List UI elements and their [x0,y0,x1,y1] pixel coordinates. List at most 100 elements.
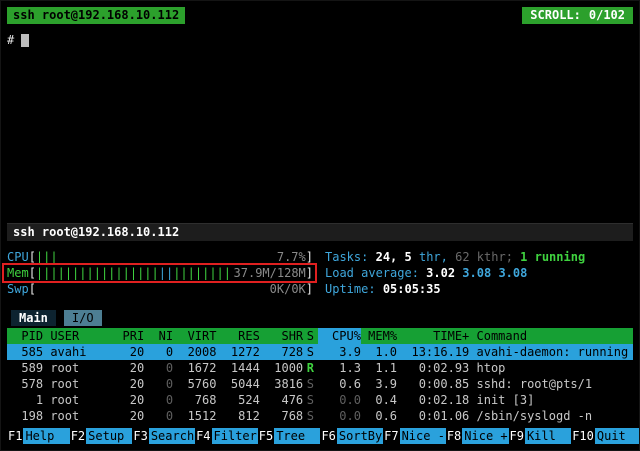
fkey-key: F4 [195,428,211,444]
fkey-key: F7 [383,428,399,444]
fkey-label: Filter [212,428,258,444]
fkey-label: Setup [86,428,132,444]
cell-res: 5044 [216,376,259,392]
swp-meter-value: 0K/0K [270,281,306,297]
header-ni[interactable]: NI [144,328,173,344]
cpu-meter-label: CPU [7,249,29,265]
fkey-sortby[interactable]: F6SortBy [320,428,383,444]
cell-mem: 0.6 [361,408,397,424]
scroll-value: 0/102 [589,8,625,22]
cell-pri: 20 [115,376,144,392]
fkey-help[interactable]: F1Help [7,428,70,444]
fkey-kill[interactable]: F9Kill [509,428,572,444]
load-label: Load average: [325,266,419,280]
process-row[interactable]: 578 root 20 0 5760 5044 3816 S 0.6 3.9 0… [7,376,633,392]
cell-shr: 3816 [260,376,303,392]
process-row-selected[interactable]: 585 avahi 20 0 2008 1272 728 S 3.9 1.0 1… [7,344,633,360]
cell-pri: 20 [115,392,144,408]
tasks-label: Tasks: [325,250,368,264]
fkey-key: F5 [258,428,274,444]
swp-bracket-open: [ [29,281,36,297]
cell-shr: 1000 [260,360,303,376]
fkey-label: Tree [274,428,320,444]
fkey-search[interactable]: F3Search [132,428,195,444]
uptime-label: Uptime: [325,282,376,296]
cell-user: root [43,360,115,376]
running-count: 1 running [520,250,585,264]
fkey-setup[interactable]: F2Setup [70,428,133,444]
cell-pid: 198 [7,408,43,424]
cell-time: 13:16.19 [397,344,469,360]
cell-virt: 2008 [173,344,216,360]
cell-ni: 0 [144,408,173,424]
header-virt[interactable]: VIRT [173,328,216,344]
swp-meter: Swp[0K/0K] [7,281,313,297]
threads-word: thr, [419,250,448,264]
shell-prompt-line[interactable]: # [7,32,633,48]
uptime-value: 05:05:35 [383,282,441,296]
fkey-key: F1 [7,428,23,444]
cell-pid: 585 [7,344,43,360]
cell-state: S [303,408,317,424]
cell-ni: 0 [144,344,173,360]
cpu-meter: CPU[|||7.7%] [7,249,313,265]
fkey-key: F9 [509,428,525,444]
mem-bars-used: ||||||||||||||||| [36,265,159,281]
cell-pri: 20 [115,408,144,424]
cursor-block [21,34,29,47]
cell-cpu: 0.0 [318,408,361,424]
cell-pid: 589 [7,360,43,376]
fkey-quit[interactable]: F10Quit [571,428,640,444]
fkey-tree[interactable]: F5Tree [258,428,321,444]
tasks-count: 24, [376,250,398,264]
header-res[interactable]: RES [216,328,259,344]
mem-meter-label: Mem [7,265,29,281]
fkey-bar: F1Help F2Setup F3Search F4Filter F5Tree … [7,428,633,444]
process-row[interactable]: 198 root 20 0 1512 812 768 S 0.0 0.6 0:0… [7,408,633,424]
header-pid[interactable]: PID [7,328,43,344]
tab-io[interactable]: I/O [64,310,102,326]
fkey-key: F10 [571,428,595,444]
header-mem[interactable]: MEM% [361,328,397,344]
fkey-key: F3 [132,428,148,444]
cell-time: 0:00.85 [397,376,469,392]
header-user[interactable]: USER [43,328,115,344]
header-state[interactable]: S [303,328,317,344]
cell-pri: 20 [115,360,144,376]
header-time[interactable]: TIME+ [397,328,469,344]
cpu-bracket-open: [ [29,249,36,265]
cell-command: init [3] [469,392,633,408]
cell-shr: 768 [260,408,303,424]
cell-time: 0:02.18 [397,392,469,408]
cell-command: sshd: root@pts/1 [469,376,633,392]
tab-main[interactable]: Main [11,310,56,326]
fkey-label: Kill [525,428,571,444]
cell-state: S [303,392,317,408]
stats-column: Tasks: 24, 5 thr, 62 kthr; 1 running Loa… [325,249,633,297]
cell-pri: 20 [115,344,144,360]
process-row[interactable]: 589 root 20 0 1672 1444 1000 R 1.3 1.1 0… [7,360,633,376]
process-row[interactable]: 1 root 20 0 768 524 476 S 0.0 0.4 0:02.1… [7,392,633,408]
cell-virt: 768 [173,392,216,408]
fkey-nice-plus[interactable]: F8Nice + [446,428,509,444]
cell-mem: 1.1 [361,360,397,376]
cell-command: avahi-daemon: running [469,344,633,360]
cell-shr: 476 [260,392,303,408]
cell-res: 1272 [216,344,259,360]
header-shr[interactable]: SHR [260,328,303,344]
fkey-label: Search [149,428,195,444]
header-command[interactable]: Command [469,328,633,344]
header-pri[interactable]: PRI [115,328,144,344]
cell-user: root [43,408,115,424]
fkey-nice-minus[interactable]: F7Nice - [383,428,446,444]
header-cpu-sorted[interactable]: CPU% [318,328,361,344]
swp-meter-label: Swp [7,281,29,297]
mem-bracket-close: ] [306,265,313,281]
cell-pid: 1 [7,392,43,408]
mem-meter: Mem[|||||||||||||||||||||||||||37.9M/128… [7,265,313,281]
ssh-session-title: ssh root@192.168.10.112 [7,7,185,24]
mem-bars-cache: |||||||| [173,265,231,281]
fkey-filter[interactable]: F4Filter [195,428,258,444]
cell-cpu: 0.6 [318,376,361,392]
threads-count: 5 [405,250,412,264]
